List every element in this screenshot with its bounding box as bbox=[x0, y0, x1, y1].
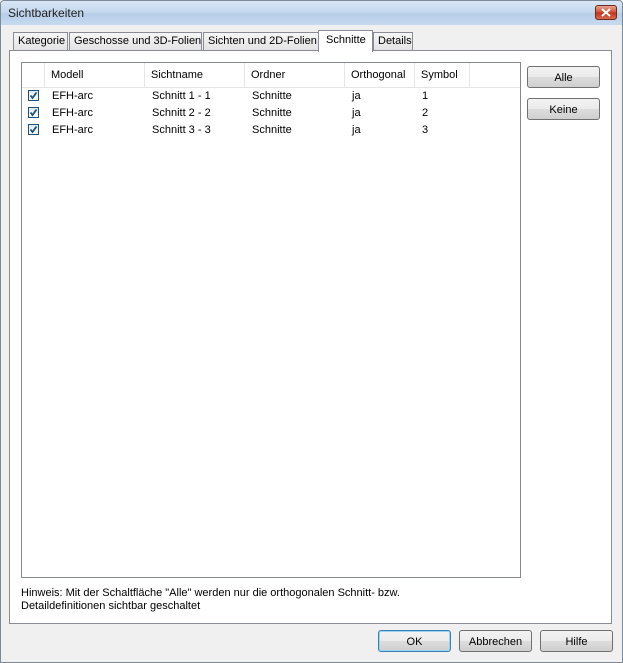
window-title: Sichtbarkeiten bbox=[8, 6, 85, 20]
tab-label: Details bbox=[378, 35, 412, 47]
close-button[interactable] bbox=[595, 5, 617, 20]
row-checkbox[interactable] bbox=[28, 124, 39, 135]
list-header: Modell Sichtname Ordner Orthogonal Symbo… bbox=[22, 63, 520, 88]
cell-orthogonal: ja bbox=[352, 107, 361, 119]
ok-button[interactable]: OK bbox=[378, 630, 451, 652]
tab-label: Sichten und 2D-Folien bbox=[208, 35, 317, 47]
select-none-button[interactable]: Keine bbox=[527, 98, 600, 120]
tab-label: Schnitte bbox=[326, 34, 366, 46]
tab-sichten[interactable]: Sichten und 2D-Folien bbox=[203, 32, 319, 50]
cell-symbol: 3 bbox=[422, 124, 429, 136]
column-header-checkbox[interactable] bbox=[22, 63, 45, 87]
cell-ordner: Schnitte bbox=[252, 107, 292, 119]
cell-orthogonal: ja bbox=[352, 90, 361, 102]
table-row[interactable]: EFH-arc Schnitt 2 - 2 Schnitte ja 2 bbox=[22, 105, 520, 122]
tab-kategorie[interactable]: Kategorie bbox=[13, 32, 68, 50]
tab-label: Geschosse und 3D-Folien bbox=[74, 35, 202, 47]
checkmark-icon bbox=[29, 125, 38, 134]
column-header-symbol[interactable]: Symbol bbox=[415, 63, 470, 87]
help-button[interactable]: Hilfe bbox=[540, 630, 613, 652]
column-header-sichtname[interactable]: Sichtname bbox=[145, 63, 245, 87]
tab-schnitte[interactable]: Schnitte bbox=[318, 30, 373, 52]
select-all-button[interactable]: Alle bbox=[527, 66, 600, 88]
tab-details[interactable]: Details bbox=[373, 32, 413, 50]
tab-geschosse[interactable]: Geschosse und 3D-Folien bbox=[69, 32, 202, 50]
cell-symbol: 1 bbox=[422, 90, 429, 102]
hint-line-1: Hinweis: Mit der Schaltfläche "Alle" wer… bbox=[21, 587, 400, 599]
cell-sichtname: Schnitt 3 - 3 bbox=[152, 124, 211, 136]
close-icon bbox=[601, 8, 611, 17]
column-header-modell[interactable]: Modell bbox=[45, 63, 145, 87]
column-header-ordner[interactable]: Ordner bbox=[245, 63, 345, 87]
cell-ordner: Schnitte bbox=[252, 124, 292, 136]
checkmark-icon bbox=[29, 108, 38, 117]
row-checkbox[interactable] bbox=[28, 107, 39, 118]
hint-text: Hinweis: Mit der Schaltfläche "Alle" wer… bbox=[21, 587, 601, 613]
hint-line-2: Detaildefinitionen sichtbar geschaltet bbox=[21, 600, 201, 612]
cancel-button[interactable]: Abbrechen bbox=[459, 630, 532, 652]
tab-label: Kategorie bbox=[18, 35, 66, 47]
cell-sichtname: Schnitt 1 - 1 bbox=[152, 90, 211, 102]
column-header-orthogonal[interactable]: Orthogonal bbox=[345, 63, 415, 87]
row-checkbox[interactable] bbox=[28, 90, 39, 101]
cell-orthogonal: ja bbox=[352, 124, 361, 136]
title-bar[interactable]: Sichtbarkeiten bbox=[1, 1, 622, 25]
table-row[interactable]: EFH-arc Schnitt 1 - 1 Schnitte ja 1 bbox=[22, 88, 520, 105]
cell-modell: EFH-arc bbox=[52, 90, 93, 102]
checkmark-icon bbox=[29, 91, 38, 100]
tab-panel-schnitte: Modell Sichtname Ordner Orthogonal Symbo… bbox=[9, 50, 612, 624]
cell-modell: EFH-arc bbox=[52, 124, 93, 136]
cell-modell: EFH-arc bbox=[52, 107, 93, 119]
dialog-window: Sichtbarkeiten Kategorie Geschosse und 3… bbox=[0, 0, 623, 663]
table-row[interactable]: EFH-arc Schnitt 3 - 3 Schnitte ja 3 bbox=[22, 122, 520, 139]
cell-symbol: 2 bbox=[422, 107, 429, 119]
cell-sichtname: Schnitt 2 - 2 bbox=[152, 107, 211, 119]
sections-list[interactable]: Modell Sichtname Ordner Orthogonal Symbo… bbox=[21, 62, 521, 578]
cell-ordner: Schnitte bbox=[252, 90, 292, 102]
